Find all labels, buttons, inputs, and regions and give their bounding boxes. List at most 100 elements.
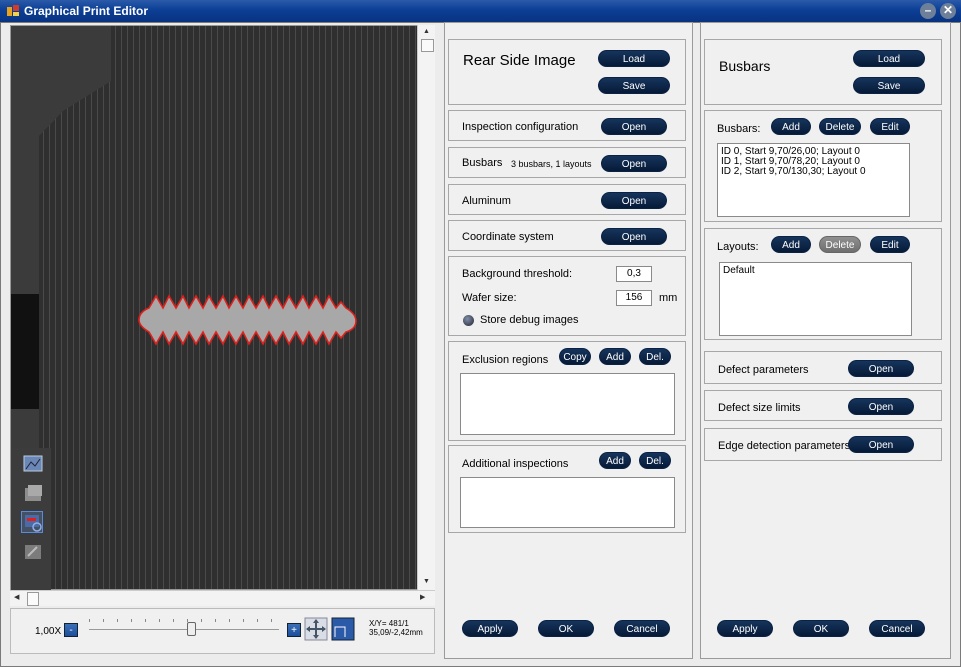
additional-inspections-group: Additional inspections Add Del. [448, 445, 686, 533]
image-viewer[interactable] [10, 25, 435, 590]
additional-inspections-list[interactable] [460, 477, 675, 528]
store-debug-radio[interactable] [463, 315, 474, 326]
horizontal-scroll-thumb[interactable] [27, 592, 39, 606]
rear-side-image-group: Rear Side Image Load Save [448, 39, 686, 105]
right-cancel-button[interactable]: Cancel [869, 620, 925, 637]
edit-image-icon[interactable] [21, 540, 43, 562]
busbar-add-button[interactable]: Add [771, 118, 811, 135]
aluminum-open-button[interactable]: Open [601, 192, 667, 209]
middle-panel: Rear Side Image Load Save Inspection con… [444, 22, 693, 659]
additional-inspections-label: Additional inspections [462, 458, 569, 470]
layout-edit-button[interactable]: Edit [870, 236, 910, 253]
aluminum-label: Aluminum [462, 195, 511, 207]
coordinate-system-group: Coordinate system Open [448, 220, 686, 251]
busbar-delete-button[interactable]: Delete [819, 118, 861, 135]
pan-icon[interactable] [304, 617, 328, 641]
background-threshold-label: Background threshold: [462, 268, 573, 280]
zoom-out-button[interactable]: - [64, 623, 78, 637]
vertical-scrollbar[interactable]: ▲ ▼ [417, 25, 435, 590]
app-icon [7, 5, 19, 16]
defect-size-open-button[interactable]: Open [848, 398, 914, 415]
aluminum-group: Aluminum Open [448, 184, 686, 215]
image-view-icon[interactable] [21, 452, 43, 474]
inspection-config-label: Inspection configuration [462, 121, 579, 133]
vertical-scroll-thumb[interactable] [421, 39, 434, 52]
middle-apply-button[interactable]: Apply [462, 620, 518, 637]
scroll-up-icon[interactable]: ▲ [423, 28, 430, 35]
scroll-left-icon[interactable]: ◀ [14, 593, 19, 601]
busbar-tool-icon[interactable] [21, 511, 43, 533]
inspection-config-group: Inspection configuration Open [448, 110, 686, 141]
right-panel: Busbars Load Save Busbars: Add Delete Ed… [700, 22, 951, 659]
exclusion-copy-button[interactable]: Copy [559, 348, 591, 365]
zoom-in-button[interactable]: + [287, 623, 301, 637]
inspection-config-open-button[interactable]: Open [601, 118, 667, 135]
busbars-listbox[interactable]: ID 0, Start 9,70/26,00; Layout 0 ID 1, S… [717, 143, 910, 217]
coordinate-system-open-button[interactable]: Open [601, 228, 667, 245]
cursor-coordinates: X/Y= 481/1 35,09/-2,42mm [369, 619, 423, 637]
defect-parameters-label: Defect parameters [718, 364, 809, 376]
wafer-size-unit: mm [659, 292, 678, 304]
store-debug-label: Store debug images [480, 314, 579, 326]
middle-ok-button[interactable]: OK [538, 620, 594, 637]
exclusion-del-button[interactable]: Del. [639, 348, 671, 365]
exclusion-regions-list[interactable] [460, 373, 675, 435]
busbars-open-button[interactable]: Open [601, 155, 667, 172]
rear-side-title: Rear Side Image [463, 52, 576, 69]
scroll-right-icon[interactable]: ▶ [420, 593, 425, 601]
layout-delete-button[interactable]: Delete [819, 236, 861, 253]
busbars-title: Busbars [719, 58, 771, 74]
exclusion-add-button[interactable]: Add [599, 348, 631, 365]
fit-view-icon[interactable] [331, 617, 355, 641]
defect-parameters-group: Defect parameters Open [704, 351, 942, 384]
layouts-label: Layouts: [717, 241, 759, 253]
busbars-save-button[interactable]: Save [853, 77, 925, 94]
horizontal-scrollbar[interactable]: ◀ ▶ [10, 590, 435, 606]
right-ok-button[interactable]: OK [793, 620, 849, 637]
wafer-size-input[interactable]: 156 [616, 290, 652, 306]
busbars-group: Busbars 3 busbars, 1 layouts Open [448, 147, 686, 178]
list-item[interactable]: ID 2, Start 9,70/130,30; Layout 0 [721, 167, 906, 177]
save-button[interactable]: Save [598, 77, 670, 94]
zoom-slider-thumb[interactable] [187, 622, 196, 636]
edge-detection-open-button[interactable]: Open [848, 436, 914, 453]
title-bar: Graphical Print Editor – ✕ [0, 0, 961, 22]
coord-mm: 35,09/-2,42mm [369, 628, 423, 637]
coord-pixel: X/Y= 481/1 [369, 619, 409, 628]
exclusion-regions-label: Exclusion regions [462, 354, 549, 366]
wafer-size-label: Wafer size: [462, 292, 517, 304]
minimize-icon[interactable]: – [920, 3, 936, 19]
exclusion-regions-group: Exclusion regions Copy Add Del. [448, 341, 686, 441]
busbar-edit-button[interactable]: Edit [870, 118, 910, 135]
settings-group: Background threshold: 0,3 Wafer size: 15… [448, 256, 686, 336]
right-apply-button[interactable]: Apply [717, 620, 773, 637]
busbars-list-group: Busbars: Add Delete Edit ID 0, Start 9,7… [704, 110, 942, 222]
window-title: Graphical Print Editor [24, 4, 149, 18]
list-item[interactable]: Default [723, 266, 908, 276]
busbars-load-button[interactable]: Load [853, 50, 925, 67]
additional-del-button[interactable]: Del. [639, 452, 671, 469]
additional-add-button[interactable]: Add [599, 452, 631, 469]
layouts-listbox[interactable]: Default [719, 262, 912, 336]
edge-detection-group: Edge detection parameters Open [704, 428, 942, 461]
busbars-list-label: Busbars: [717, 123, 761, 135]
busbars-info: 3 busbars, 1 layouts [511, 159, 592, 169]
background-threshold-input[interactable]: 0,3 [616, 266, 652, 282]
tool-palette [11, 448, 51, 590]
close-icon[interactable]: ✕ [940, 3, 956, 19]
coordinate-system-label: Coordinate system [462, 231, 554, 243]
layouts-group: Layouts: Add Delete Edit Default [704, 228, 942, 340]
edge-detection-label: Edge detection parameters [718, 440, 851, 452]
zoom-slider-ticks [89, 619, 279, 622]
zoom-bar: 1,00X - + X/Y= 481/1 35,09/-2,42mm [10, 608, 435, 654]
middle-cancel-button[interactable]: Cancel [614, 620, 670, 637]
busbars-label: Busbars [462, 157, 503, 169]
layer-icon[interactable] [21, 482, 43, 504]
scroll-down-icon[interactable]: ▼ [423, 578, 430, 585]
defect-parameters-open-button[interactable]: Open [848, 360, 914, 377]
zoom-level: 1,00X [35, 626, 62, 637]
zoom-slider-track[interactable] [89, 629, 279, 630]
load-button[interactable]: Load [598, 50, 670, 67]
wafer-image [11, 26, 434, 589]
layout-add-button[interactable]: Add [771, 236, 811, 253]
